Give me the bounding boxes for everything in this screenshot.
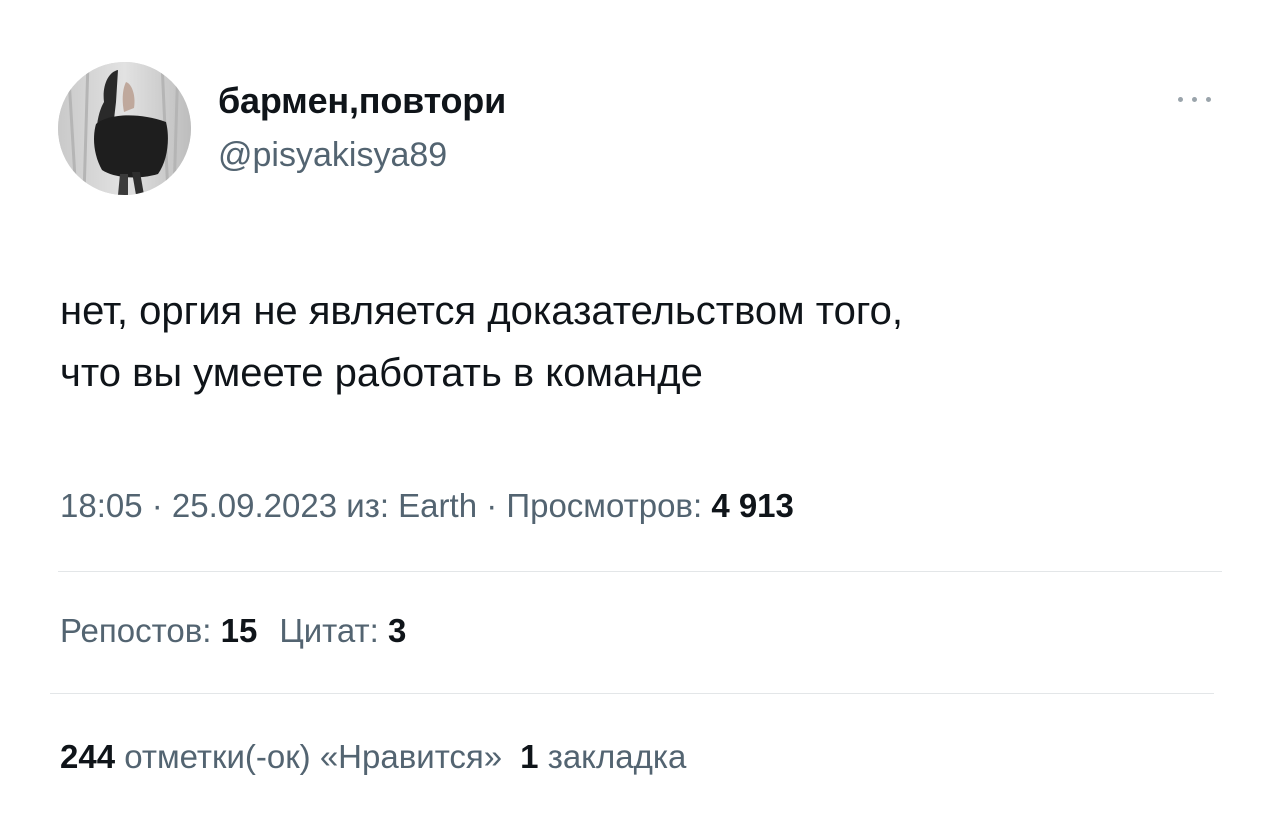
meta-separator: · (142, 487, 172, 524)
meta-separator: · (477, 487, 507, 524)
tweet-date[interactable]: 25.09.2023 (172, 487, 337, 524)
likes-label: отметки(-ок) «Нравится» (124, 738, 503, 775)
quotes-stat[interactable]: Цитат: 3 (279, 612, 406, 650)
tweet-meta: 18:05 · 25.09.2023 из: Earth · Просмотро… (60, 487, 794, 525)
tweet-text-line: что вы умеете работать в команде (60, 351, 703, 395)
likes-count: 244 (60, 738, 116, 775)
dot (1206, 97, 1211, 102)
tweet-time[interactable]: 18:05 (60, 487, 143, 524)
divider (50, 693, 1214, 694)
reposts-count: 15 (220, 612, 258, 649)
bookmarks-label: закладка (547, 738, 687, 775)
profile-photo (58, 62, 191, 195)
more-horizontal-icon[interactable] (1172, 92, 1218, 106)
tweet-text: нет, оргия не является доказательством т… (60, 280, 1220, 404)
views-label: Просмотров: (506, 487, 703, 524)
views-count: 4 913 (711, 487, 794, 524)
dot (1178, 97, 1183, 102)
dot (1192, 97, 1197, 102)
tweet-detail: бармен,повтори @pisyakisya89 нет, оргия … (0, 0, 1280, 816)
bookmarks-stat[interactable]: 1 закладка (520, 738, 686, 776)
likes-stat[interactable]: 244 отметки(-ок) «Нравится» (60, 738, 502, 776)
author-handle[interactable]: @pisyakisya89 (218, 136, 447, 175)
author-display-name[interactable]: бармен,повтори (218, 80, 506, 122)
engagement-row: Репостов: 15 Цитат: 3 (60, 612, 406, 650)
reposts-label: Репостов: (60, 612, 212, 649)
tweet-text-line: нет, оргия не является доказательством т… (60, 289, 903, 333)
reposts-stat[interactable]: Репостов: 15 (60, 612, 257, 650)
quotes-label: Цитат: (279, 612, 379, 649)
tweet-source: из: Earth (346, 487, 478, 524)
quotes-count: 3 (388, 612, 407, 649)
avatar[interactable] (58, 62, 191, 195)
divider (58, 571, 1222, 572)
bookmarks-count: 1 (520, 738, 539, 775)
engagement-row: 244 отметки(-ок) «Нравится» 1 закладка (60, 738, 686, 776)
